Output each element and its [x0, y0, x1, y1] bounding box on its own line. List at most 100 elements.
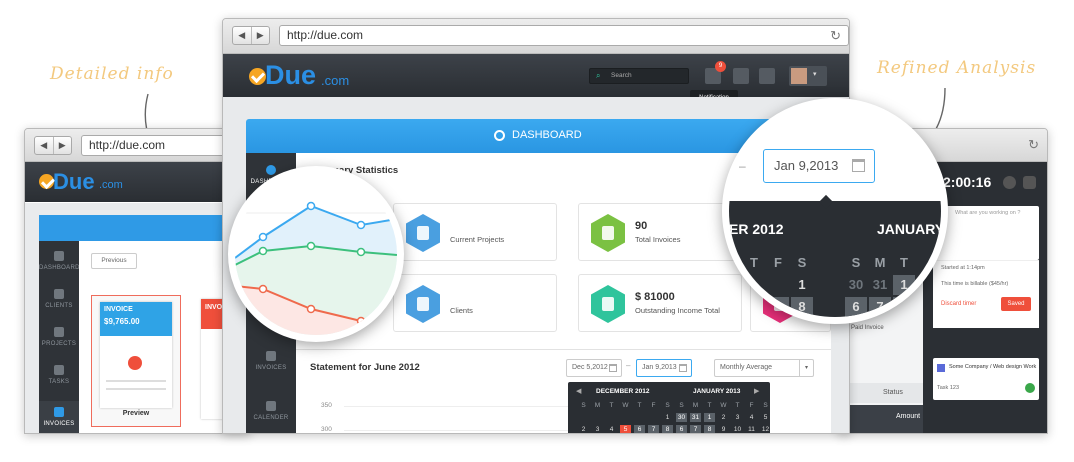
sidebar-item-invoices[interactable]: INVOICES — [246, 351, 296, 371]
sidebar-item-projects[interactable]: PROJECTS — [39, 327, 79, 347]
weekday-label: T — [637, 402, 642, 409]
date-from-input[interactable]: Dec 5,2012 — [566, 359, 622, 377]
zoom-date-input[interactable]: Jan 9,2013 — [763, 149, 875, 183]
calendar-day[interactable]: 2 — [718, 413, 729, 422]
main-address-bar[interactable]: http://due.com — [279, 25, 849, 46]
calendar-day[interactable]: 4 — [746, 413, 757, 422]
next-month-icon[interactable]: ▶ — [754, 387, 759, 395]
calendar-day[interactable]: 8 — [893, 297, 915, 317]
previous-button[interactable]: Previous — [91, 253, 137, 269]
calendar-day[interactable]: 10 — [732, 425, 743, 433]
browser-nav-buttons[interactable]: ◀ ▶ — [34, 136, 72, 155]
weekday-label: T — [609, 402, 614, 409]
calendar-day[interactable] — [578, 413, 589, 422]
invoice-amount: $9,765.00 — [104, 317, 140, 326]
calendar-day[interactable]: 30 — [845, 275, 867, 295]
sidebar-item-invoices[interactable]: INVOICES — [39, 401, 79, 433]
stat-card[interactable]: $ 81000 Outstanding Income Total — [578, 274, 742, 332]
calendar-day[interactable]: 9 — [718, 425, 729, 433]
calendar-day[interactable]: 31 — [869, 275, 891, 295]
task-card[interactable]: Some Company / Web design Work Task 123 — [933, 358, 1039, 400]
pause-icon[interactable] — [1003, 176, 1016, 189]
calendar-day[interactable]: 1 — [893, 275, 915, 295]
back-icon[interactable]: ◀ — [233, 27, 252, 44]
calendar-day[interactable]: 1 — [791, 275, 813, 295]
discard-timer-link[interactable]: Discard timer — [941, 301, 976, 307]
stat-value: $ 81000 — [635, 291, 675, 303]
top-blue-band — [39, 215, 249, 241]
prev-month-icon[interactable]: ◀ — [576, 387, 581, 395]
weekday-label: T — [707, 402, 712, 409]
calendar-icon — [609, 364, 617, 372]
stat-card[interactable]: Clients — [393, 274, 557, 332]
calendar-icon[interactable] — [733, 68, 749, 84]
calender-icon — [266, 401, 276, 411]
working-on-input[interactable]: What are you working on ? — [933, 206, 1039, 260]
calendar-day[interactable]: 6 — [634, 425, 645, 433]
started-text: Started at 1:14pm — [941, 265, 985, 271]
calendar-day[interactable]: 7 — [767, 297, 789, 317]
preview-label[interactable]: Preview — [92, 410, 180, 417]
calendar-day[interactable]: 12 — [760, 425, 771, 433]
calendar-day[interactable]: 3 — [732, 413, 743, 422]
weekday-label: T — [900, 255, 908, 270]
reload-icon[interactable]: ↻ — [1028, 137, 1039, 153]
calendar-day[interactable]: 7 — [648, 425, 659, 433]
stat-card[interactable]: Current Projects — [393, 203, 557, 261]
forward-icon[interactable]: ▶ — [252, 27, 270, 44]
calendar-day[interactable]: 8 — [791, 297, 813, 317]
stat-card[interactable]: 90 Total Invoices — [578, 203, 742, 261]
forward-icon[interactable]: ▶ — [54, 137, 72, 154]
reload-icon[interactable]: ↻ — [830, 28, 841, 44]
invoice-thumbnail-selected[interactable]: INVOICE $9,765.00 Preview — [91, 295, 181, 427]
calendar-day[interactable]: 6 — [743, 297, 765, 317]
search-input[interactable]: Search — [611, 72, 632, 79]
sidebar-item-calender[interactable]: CALENDER — [246, 401, 296, 421]
calendar-day[interactable] — [648, 413, 659, 422]
calendar-day[interactable]: 7 — [690, 425, 701, 433]
calendar-day[interactable] — [592, 413, 603, 422]
task-icon — [937, 364, 945, 372]
calendar-day[interactable]: 1 — [704, 413, 715, 422]
main-nav-buttons[interactable]: ◀ ▶ — [232, 26, 270, 45]
calendar-day[interactable]: 8 — [704, 425, 715, 433]
user-menu[interactable]: ▾ — [789, 66, 827, 86]
period-select[interactable]: Monthly Average ▾ — [714, 359, 814, 377]
calendar-day[interactable] — [606, 413, 617, 422]
invoice-title: INVOICE — [104, 306, 133, 313]
calendar-day[interactable]: 7 — [869, 297, 891, 317]
task-name: Task 123 — [937, 385, 960, 391]
calendar-day[interactable] — [620, 413, 631, 422]
calendar-day[interactable]: 11 — [746, 425, 757, 433]
green-point — [306, 241, 316, 251]
date-to-input[interactable]: Jan 9,2013 — [636, 359, 692, 377]
calendar-day[interactable]: 3 — [592, 425, 603, 433]
calendar-day[interactable]: 30 — [676, 413, 687, 422]
calendar-day[interactable]: 4 — [606, 425, 617, 433]
calendar-day[interactable]: 6 — [845, 297, 867, 317]
sidebar-item-tasks[interactable]: TASKS — [39, 365, 79, 385]
saved-button[interactable]: Saved — [1001, 297, 1031, 311]
calendar-day[interactable] — [767, 275, 789, 295]
annotation-detailed-info: Detailed info — [50, 64, 174, 84]
calendar-day[interactable] — [634, 413, 645, 422]
weekday-label: T — [735, 402, 740, 409]
search-box[interactable]: ⌕ Search — [589, 68, 689, 84]
calendar-day[interactable]: 5 — [760, 413, 771, 422]
stop-icon[interactable] — [1023, 176, 1036, 189]
play-icon[interactable] — [1025, 383, 1035, 393]
sidebar-item-clients[interactable]: CLIENTS — [39, 289, 79, 309]
sidebar-item-dashboard[interactable]: DASHBOARD — [39, 251, 79, 271]
calendar-day[interactable]: 5 — [620, 425, 631, 433]
weekday-label: W — [622, 402, 629, 409]
calendar-day[interactable]: 1 — [662, 413, 673, 422]
calendar-day[interactable]: 31 — [690, 413, 701, 422]
logo-suffix: .com — [99, 179, 123, 191]
calendar-day[interactable]: 6 — [676, 425, 687, 433]
back-icon[interactable]: ◀ — [35, 137, 54, 154]
calendar-day[interactable]: 8 — [662, 425, 673, 433]
notification-badge: 9 — [715, 61, 726, 72]
calendar-day[interactable]: 2 — [578, 425, 589, 433]
clock-icon[interactable] — [759, 68, 775, 84]
calendar-day[interactable] — [743, 275, 765, 295]
